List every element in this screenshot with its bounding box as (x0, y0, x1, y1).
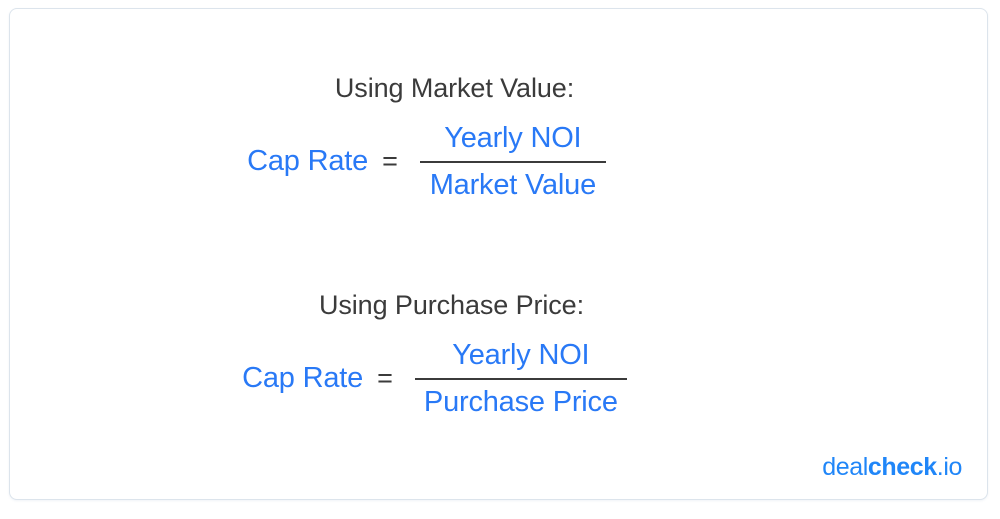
formula-card: Using Market Value: Cap Rate = Yearly NO… (9, 8, 988, 500)
fraction-bar (414, 378, 627, 381)
fraction-denominator: Purchase Price (423, 386, 618, 419)
logo-text-deal: deal (822, 453, 868, 481)
formula-heading-purchase-price: Using Purchase Price: (318, 290, 584, 320)
equation-market-value: Cap Rate = Yearly NOI Market Value (10, 122, 987, 202)
equation-purchase-price: Cap Rate = Yearly NOI Purchase Price (10, 339, 987, 419)
equals-sign: = (382, 146, 398, 177)
dealcheck-logo: dealcheck.io (822, 453, 962, 482)
logo-text-tld: .io (936, 453, 963, 481)
equals-sign: = (377, 363, 393, 394)
fraction-market-value: Yearly NOI Market Value (419, 122, 606, 202)
fraction-denominator: Market Value (429, 169, 597, 202)
equation-left-side-label: Cap Rate (247, 145, 369, 178)
formula-block-market-value: Using Market Value: Cap Rate = Yearly NO… (10, 73, 987, 202)
formula-block-purchase-price: Using Purchase Price: Cap Rate = Yearly … (10, 290, 987, 419)
equation-left-side-label: Cap Rate (242, 362, 364, 395)
fraction-numerator: Yearly NOI (452, 339, 590, 371)
fraction-bar (419, 161, 606, 164)
fraction-numerator: Yearly NOI (444, 122, 582, 154)
logo-text-check: check (867, 453, 937, 481)
formula-heading-market-value: Using Market Value: (334, 73, 575, 103)
fraction-purchase-price: Yearly NOI Purchase Price (414, 339, 627, 419)
